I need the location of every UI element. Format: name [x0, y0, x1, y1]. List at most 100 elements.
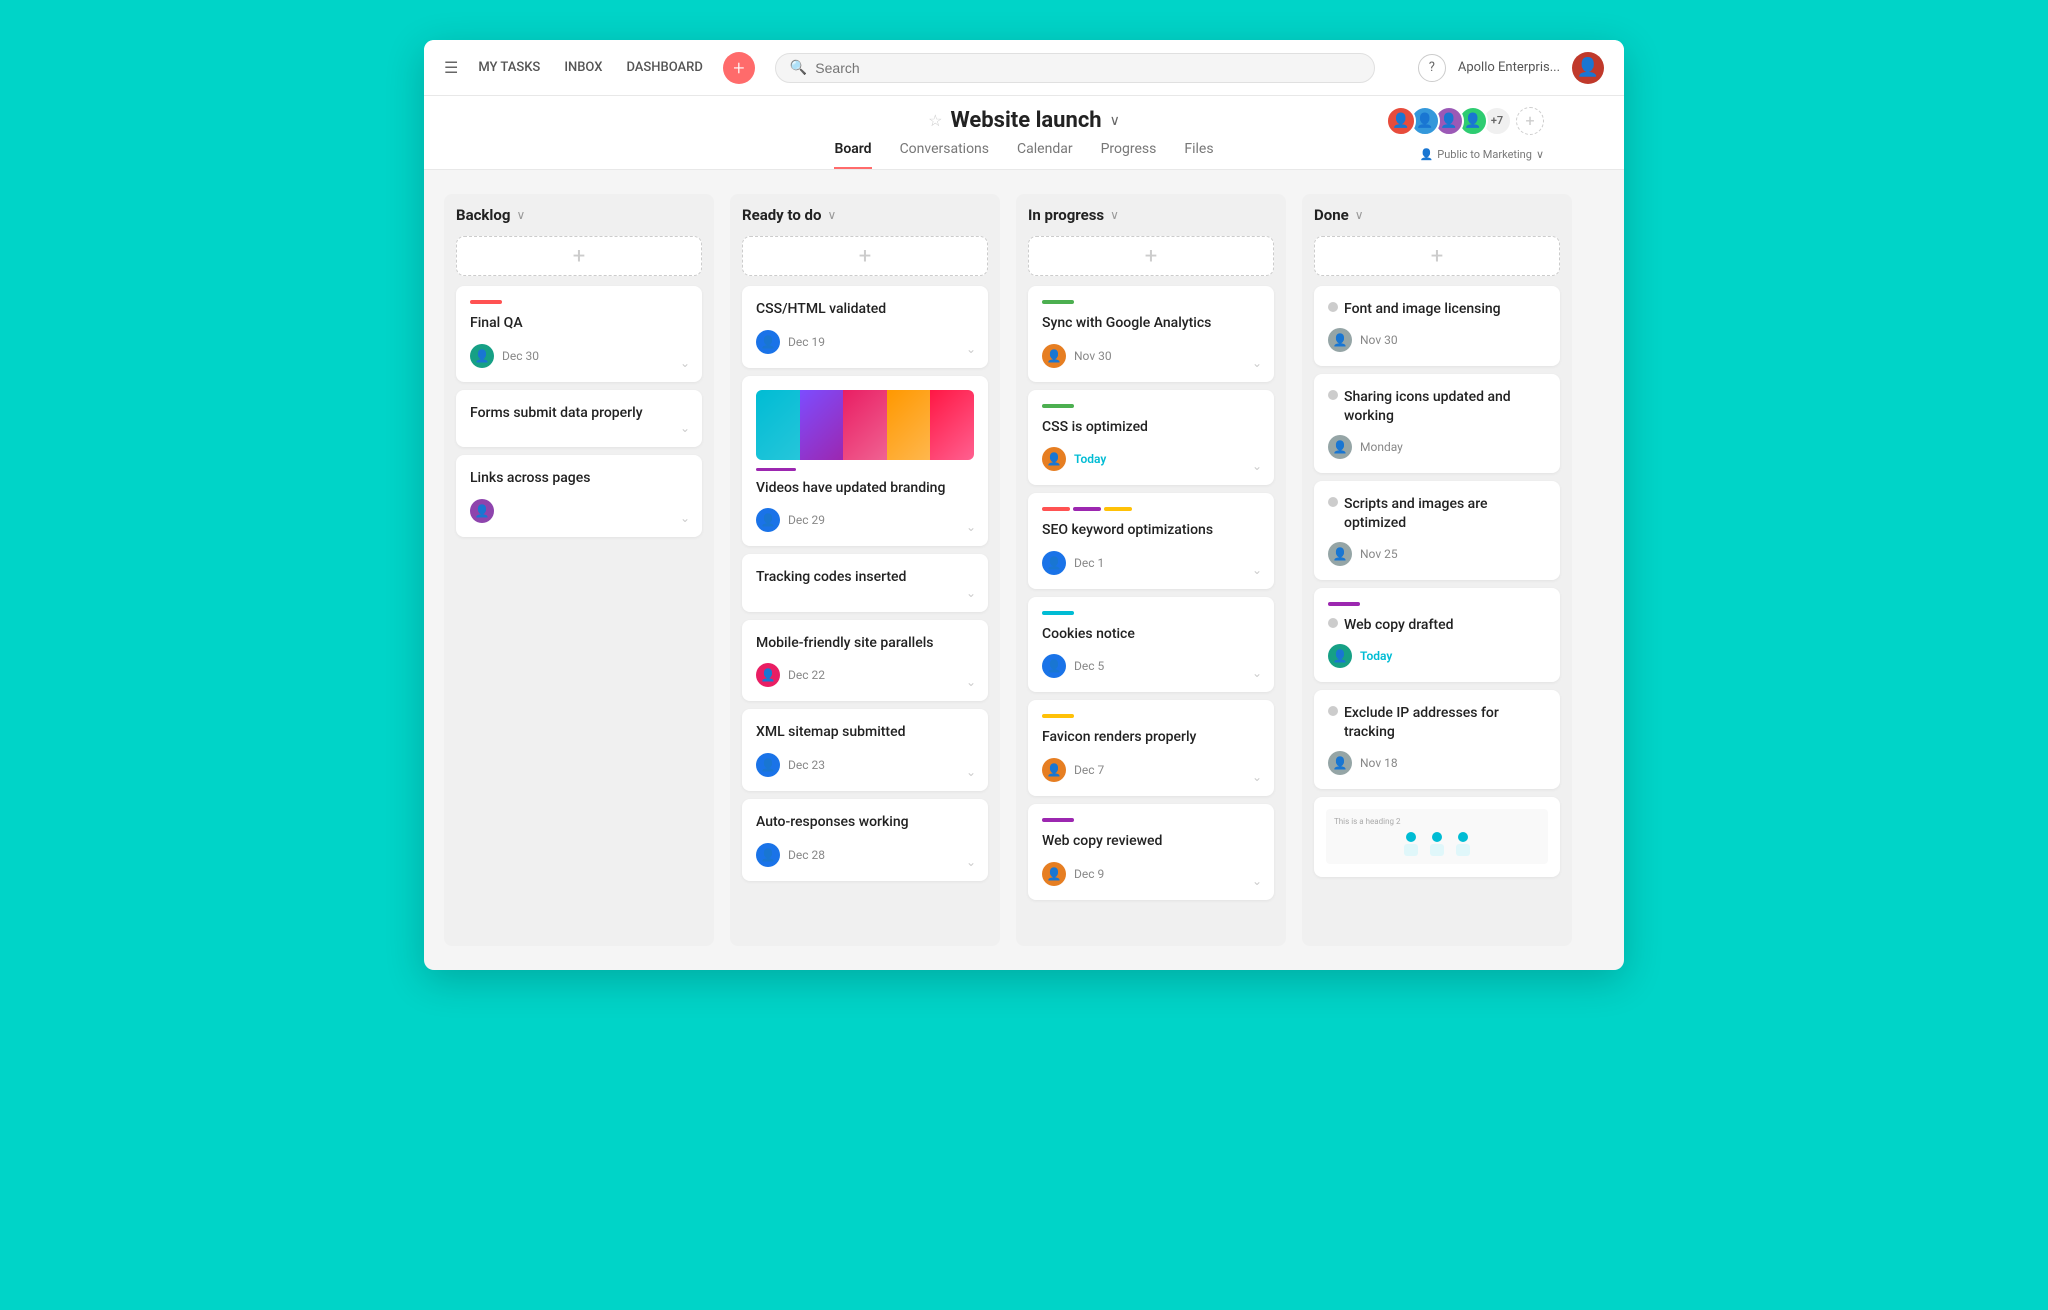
card-title: CSS is optimized — [1042, 418, 1260, 438]
card-expand-icon[interactable]: ⌄ — [680, 356, 690, 370]
card-mini-preview: This is a heading 2 — [1314, 797, 1560, 877]
done-chevron-icon[interactable]: ∨ — [1355, 208, 1364, 222]
card-avatar: 👤 — [1328, 542, 1352, 566]
backlog-add-card-button[interactable]: + — [456, 236, 702, 276]
card-footer: 👤 Nov 25 — [1328, 542, 1546, 566]
figure-1 — [1402, 832, 1420, 856]
progress-chevron-icon[interactable]: ∨ — [1110, 208, 1119, 222]
card-date: Dec 1 — [1074, 556, 1104, 570]
card-title-container: Sharing icons updated and working — [1328, 388, 1546, 435]
user-avatar[interactable]: 👤 — [1572, 52, 1604, 84]
card-title: Sharing icons updated and working — [1344, 388, 1546, 427]
card-expand-icon[interactable]: ⌄ — [1252, 666, 1262, 680]
card-footer: 👤 Nov 30 — [1328, 328, 1546, 352]
priority-bar — [1042, 818, 1074, 822]
tab-board[interactable]: Board — [834, 141, 871, 169]
card-title-container: Font and image licensing — [1328, 300, 1546, 328]
ready-add-card-button[interactable]: + — [742, 236, 988, 276]
card-date: Dec 22 — [788, 668, 825, 682]
card-expand-icon[interactable]: ⌄ — [1252, 356, 1262, 370]
column-progress-header: In progress ∨ — [1028, 206, 1274, 224]
card-expand-icon[interactable]: ⌄ — [680, 511, 690, 525]
card-mobile-friendly: Mobile-friendly site parallels 👤 Dec 22 … — [742, 620, 988, 702]
card-css-optimized: CSS is optimized 👤 Today ⌄ — [1028, 390, 1274, 486]
card-date: Nov 30 — [1074, 349, 1112, 363]
ready-chevron-icon[interactable]: ∨ — [827, 208, 836, 222]
done-status-dot — [1328, 618, 1338, 628]
card-expand-icon[interactable]: ⌄ — [966, 675, 976, 689]
card-avatar: 👤 — [756, 330, 780, 354]
inbox-link[interactable]: INBOX — [564, 60, 602, 75]
multibar-yellow — [1104, 507, 1132, 511]
card-avatar: 👤 — [1042, 654, 1066, 678]
card-date: Dec 19 — [788, 335, 825, 349]
multibar-purple — [1073, 507, 1101, 511]
card-footer: 👤 Dec 28 — [756, 843, 974, 867]
card-expand-icon[interactable]: ⌄ — [1252, 874, 1262, 888]
card-auto-responses: Auto-responses working 👤 Dec 28 ⌄ — [742, 799, 988, 881]
user-name: Apollo Enterpris... — [1458, 60, 1560, 75]
backlog-chevron-icon[interactable]: ∨ — [516, 208, 525, 222]
hamburger-icon[interactable]: ☰ — [444, 58, 458, 77]
member-avatar-1[interactable]: 👤 — [1386, 106, 1416, 136]
multibar-red — [1042, 507, 1070, 511]
add-member-button[interactable]: + — [1516, 107, 1544, 135]
dashboard-link[interactable]: DASHBOARD — [626, 60, 702, 75]
project-title: Website launch — [950, 108, 1101, 133]
priority-bar — [470, 300, 502, 304]
card-expand-icon[interactable]: ⌄ — [1252, 563, 1262, 577]
card-expand-icon[interactable]: ⌄ — [966, 520, 976, 534]
card-tracking-codes: Tracking codes inserted ⌄ — [742, 554, 988, 612]
card-footer: 👤 Dec 5 — [1042, 654, 1260, 678]
card-avatar: 👤 — [1328, 751, 1352, 775]
card-expand-icon[interactable]: ⌄ — [966, 855, 976, 869]
my-tasks-link[interactable]: MY TASKS — [478, 60, 540, 75]
multibar — [1042, 507, 1260, 511]
tab-calendar[interactable]: Calendar — [1017, 141, 1073, 169]
card-exclude-ip: Exclude IP addresses for tracking 👤 Nov … — [1314, 690, 1560, 789]
card-title-container: Exclude IP addresses for tracking — [1328, 704, 1546, 751]
card-expand-icon[interactable]: ⌄ — [1252, 459, 1262, 473]
card-avatar: 👤 — [756, 663, 780, 687]
card-expand-icon[interactable]: ⌄ — [1252, 770, 1262, 784]
visibility-label[interactable]: 👤 Public to Marketing ∨ — [1420, 148, 1544, 161]
card-footer: 👤 Today — [1042, 447, 1260, 471]
card-avatar: 👤 — [756, 843, 780, 867]
app-window: ☰ MY TASKS INBOX DASHBOARD + 🔍 ? Apollo … — [424, 40, 1624, 970]
card-date: Monday — [1360, 440, 1403, 454]
column-backlog-header: Backlog ∨ — [456, 206, 702, 224]
card-footer: 👤 Dec 19 — [756, 330, 974, 354]
search-bar[interactable]: 🔍 — [775, 53, 1375, 83]
card-expand-icon[interactable]: ⌄ — [966, 342, 976, 356]
card-forms-submit: Forms submit data properly ⌄ — [456, 390, 702, 448]
column-backlog-title: Backlog — [456, 206, 510, 224]
card-date: Dec 23 — [788, 758, 825, 772]
card-expand-icon[interactable]: ⌄ — [966, 586, 976, 600]
card-expand-icon[interactable]: ⌄ — [966, 765, 976, 779]
card-avatar: 👤 — [756, 753, 780, 777]
star-icon[interactable]: ☆ — [928, 111, 942, 130]
card-expand-icon[interactable]: ⌄ — [680, 421, 690, 435]
add-button[interactable]: + — [723, 52, 755, 84]
card-footer: 👤 Dec 23 — [756, 753, 974, 777]
done-add-card-button[interactable]: + — [1314, 236, 1560, 276]
board: Backlog ∨ + Final QA 👤 Dec 30 ⌄ Forms su… — [424, 170, 1624, 970]
card-title: Web copy drafted — [1344, 616, 1453, 636]
card-avatar: 👤 — [470, 344, 494, 368]
tab-files[interactable]: Files — [1184, 141, 1213, 169]
help-button[interactable]: ? — [1418, 54, 1446, 82]
search-icon: 🔍 — [790, 60, 807, 76]
tab-conversations[interactable]: Conversations — [900, 141, 989, 169]
tab-progress[interactable]: Progress — [1101, 141, 1157, 169]
top-nav: ☰ MY TASKS INBOX DASHBOARD + 🔍 ? Apollo … — [424, 40, 1624, 96]
priority-bar — [1042, 300, 1074, 304]
gradient-bar — [756, 468, 796, 471]
gradient-image — [756, 390, 974, 460]
card-title-container: Scripts and images are optimized — [1328, 495, 1546, 542]
search-input[interactable] — [815, 60, 1360, 76]
progress-add-card-button[interactable]: + — [1028, 236, 1274, 276]
figure-3 — [1454, 832, 1472, 856]
title-chevron-icon[interactable]: ∨ — [1110, 113, 1120, 129]
card-scripts-images: Scripts and images are optimized 👤 Nov 2… — [1314, 481, 1560, 580]
column-done: Done ∨ + Font and image licensing 👤 Nov … — [1302, 194, 1572, 946]
